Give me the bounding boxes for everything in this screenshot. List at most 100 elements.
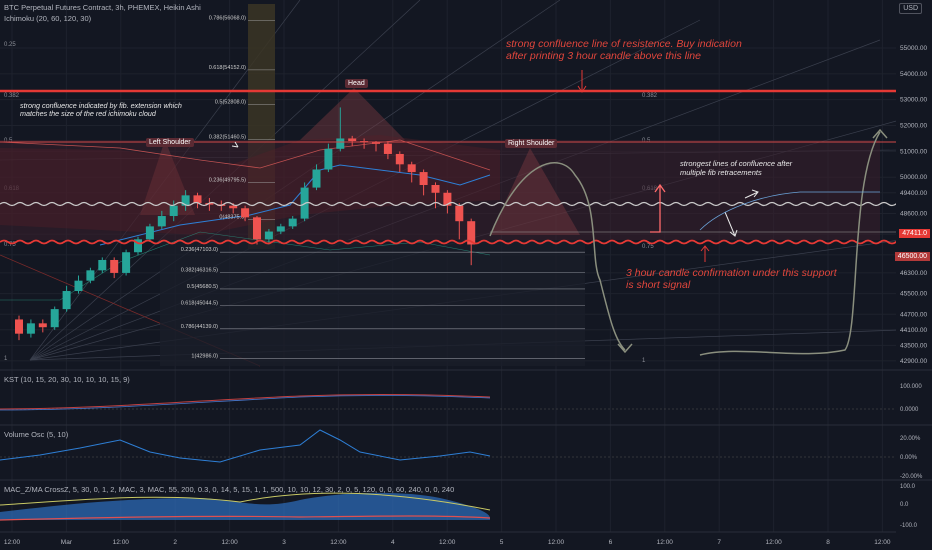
candle-body — [348, 138, 357, 142]
candle-body — [50, 309, 59, 328]
right-shoulder-label: Right Shoulder — [505, 139, 558, 148]
confluence-annotation-line-2: multiple fib retracements — [680, 167, 762, 177]
time-tick: 6 — [609, 539, 613, 546]
time-tick: 12:00 — [4, 539, 21, 546]
ichimoku-legend[interactable]: Ichimoku (20, 60, 120, 30) — [4, 14, 91, 23]
fib-ext-annotation: strong confluence indicated by fib. exte… — [20, 101, 182, 119]
time-tick: 12:00 — [765, 539, 782, 546]
candle-body — [324, 148, 333, 170]
price-tick: 46300.00 — [900, 270, 927, 277]
volume-osc-legend[interactable]: Volume Osc (5, 10) — [4, 430, 68, 439]
candle-body — [110, 259, 119, 273]
resistance-annotation-line-1: strong confluence line of resistence. Bu… — [506, 38, 742, 50]
fib-ext-label: 0.786(56068.0) — [209, 15, 246, 21]
currency-button[interactable]: USD — [899, 3, 922, 14]
candle-body — [407, 164, 416, 173]
fib-ext-label: 0.236(49795.5) — [209, 178, 246, 184]
time-tick: 12:00 — [330, 539, 347, 546]
time-tick: 8 — [826, 539, 830, 546]
price-tick: 52000.00 — [900, 123, 927, 130]
mac-tick: 100.0 — [900, 484, 916, 490]
confluence-annotation: strongest lines of confluence after mult… — [680, 159, 792, 177]
time-tick: 12:00 — [221, 539, 238, 546]
time-tick: 7 — [717, 539, 721, 546]
fib-ret-label: 0.236(47103.0) — [181, 247, 218, 253]
candle-body — [169, 205, 178, 217]
time-tick: 5 — [500, 539, 504, 546]
mac-legend[interactable]: MAC_Z/MA CrossZ, 5, 30, 0, 1, 2, MAC, 3,… — [4, 485, 564, 494]
vol-tick: 0.00% — [900, 455, 918, 461]
time-tick: 2 — [173, 539, 177, 546]
kst-tick: 0.0000 — [900, 407, 919, 413]
price-tick: 43500.00 — [900, 342, 927, 349]
price-tick: 45500.00 — [900, 291, 927, 298]
candle-body — [74, 280, 83, 292]
price-tick: 51000.00 — [900, 148, 927, 155]
price-tick: 44100.00 — [900, 327, 927, 334]
price-tick: 49400.00 — [900, 190, 927, 197]
candle-body — [26, 323, 35, 334]
price-axis-bg — [896, 0, 932, 532]
price-axis[interactable]: 55000.00 54000.00 53000.00 52000.00 51000.00… — [896, 0, 932, 532]
time-tick: 12:00 — [113, 539, 130, 546]
candle-body — [241, 208, 250, 218]
price-tick: 54000.00 — [900, 71, 927, 78]
time-tick: 12:00 — [439, 539, 456, 546]
retracement-zone — [160, 240, 585, 366]
price-tick: 53000.00 — [900, 97, 927, 104]
fan-label-left: 0.25 — [4, 42, 16, 48]
fan-label-left: 0.382 — [4, 93, 20, 99]
candle-body — [145, 226, 154, 240]
time-tick: 12:00 — [657, 539, 674, 546]
kst-tick: 100.000 — [900, 384, 922, 390]
candle-body — [181, 195, 190, 206]
fan-label-right: 0.382 — [642, 93, 658, 99]
candle-body — [15, 319, 23, 334]
candle-body — [395, 153, 404, 165]
kst-legend[interactable]: KST (10, 15, 20, 30, 10, 10, 10, 15, 9) — [4, 375, 130, 384]
mac-tick: 0.0 — [900, 502, 909, 508]
time-tick: 4 — [391, 539, 395, 546]
candle-body — [336, 138, 345, 149]
candle-body — [312, 169, 321, 188]
left-shoulder-label: Left Shoulder — [146, 138, 194, 147]
fib-ret-label: 0.382(46316.5) — [181, 267, 218, 273]
fib-ret-label: 0.618(45044.5) — [181, 300, 218, 306]
mac-tick: -100.0 — [900, 523, 918, 529]
resistance-annotation: strong confluence line of resistence. Bu… — [506, 38, 742, 62]
fib-ext-label: 0.5(52808.0) — [215, 100, 246, 106]
time-tick: 12:00 — [548, 539, 565, 546]
candle-body — [431, 185, 440, 193]
level-price-tag: 46500.00 — [894, 252, 930, 261]
current-price-tag: 47411.0 — [899, 229, 930, 238]
fib-ret-label: 0.5(45680.5) — [187, 284, 218, 290]
candle-body — [62, 291, 71, 310]
fib-ext-annotation-line-2: matches the size of the red ichimoku clo… — [20, 109, 156, 119]
price-tick: 55000.00 — [900, 45, 927, 52]
fib-ret-label: 1(42986.0) — [191, 354, 218, 360]
candle-body — [122, 252, 131, 273]
candle-body — [419, 172, 428, 185]
vol-tick: 20.00% — [900, 436, 921, 442]
candle-body — [455, 205, 464, 222]
price-tick: 44700.00 — [900, 311, 927, 318]
time-tick: 3 — [282, 539, 286, 546]
price-tick: 50000.00 — [900, 174, 927, 181]
candle-body — [276, 226, 285, 232]
fib-ext-label: 0.382(51460.5) — [209, 134, 246, 140]
price-tick: 42900.00 — [900, 358, 927, 365]
head-label: Head — [345, 79, 368, 88]
candle-body — [372, 142, 380, 144]
candle-body — [264, 231, 273, 240]
candle-body — [288, 218, 297, 227]
short-annotation-line-2: is short signal — [626, 279, 691, 292]
short-annotation: 3 hour candle confirmation under this su… — [626, 267, 837, 291]
time-tick: Mar — [61, 539, 73, 546]
fib-ext-label: 0.618(54152.0) — [209, 65, 246, 71]
short-annotation-line-1: 3 hour candle confirmation under this su… — [626, 267, 837, 279]
chart-title: BTC Perpetual Futures Contract, 3h, PHEM… — [4, 3, 201, 12]
resistance-annotation-line-2: after printing 3 hour candle above this … — [506, 50, 701, 63]
candle-body — [157, 216, 166, 227]
vol-tick: -20.00% — [900, 474, 923, 480]
candle-body — [383, 143, 392, 154]
